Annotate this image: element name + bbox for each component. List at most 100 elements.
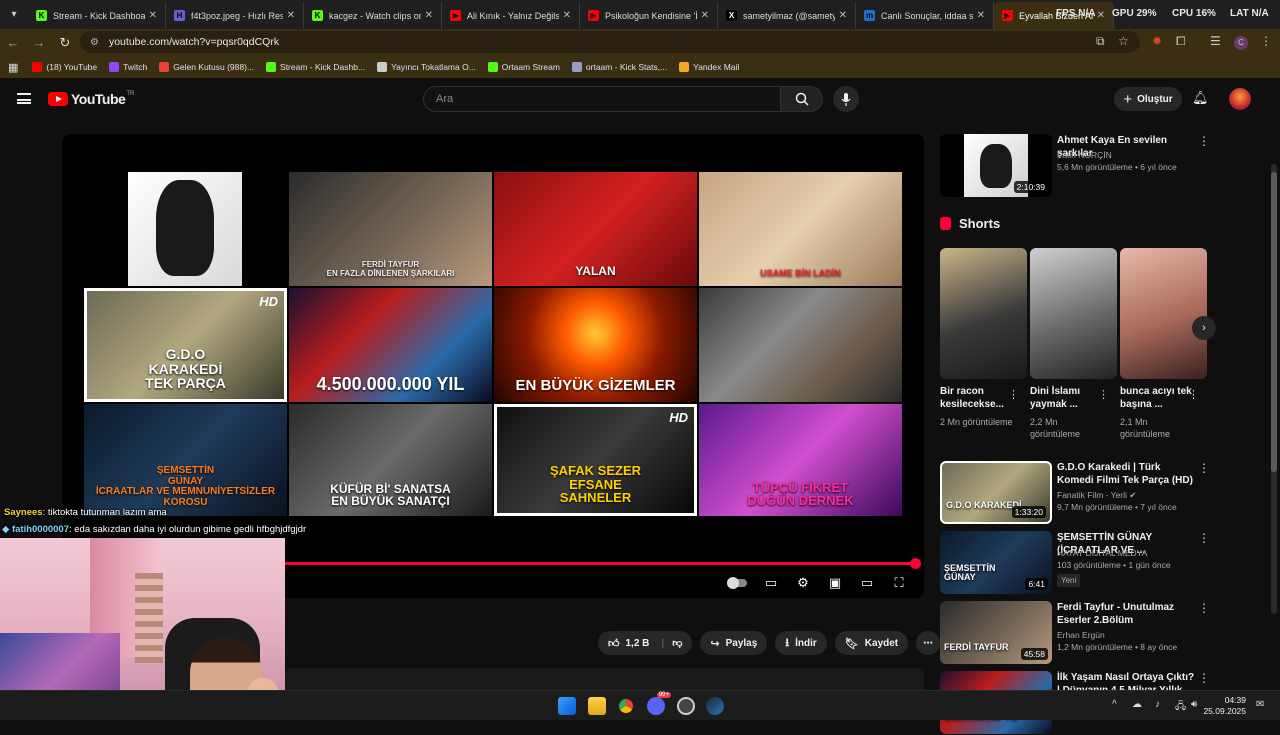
chrome-icon[interactable] bbox=[617, 697, 635, 715]
install-app-icon[interactable]: ⧉ bbox=[1096, 34, 1105, 49]
endscreen-video-thumbnail[interactable]: TÜPÇÜ FİKRET DÜĞÜN DERNEK bbox=[699, 404, 902, 516]
browser-tab[interactable]: ▶Eyvallah Bizden Ama (Gi✕ bbox=[994, 2, 1114, 29]
video-thumbnail[interactable]: ŞEMSETTİN GÜNAY 6:41 bbox=[940, 531, 1052, 594]
related-video[interactable]: FERDİ TAYFUR 45:58 Ferdi Tayfur - Unutulma… bbox=[940, 601, 1260, 665]
endscreen-video-thumbnail[interactable] bbox=[128, 172, 242, 286]
site-info-icon[interactable]: ⚙ bbox=[90, 37, 99, 48]
browser-menu-icon[interactable]: ⋮ bbox=[1260, 34, 1272, 48]
page-scrollbar[interactable] bbox=[1271, 164, 1277, 614]
tab-close-icon[interactable]: ✕ bbox=[977, 10, 985, 21]
settings-gear-icon[interactable]: ⚙ bbox=[794, 574, 812, 592]
create-button[interactable]: + Oluştur bbox=[1114, 87, 1182, 111]
steam-icon[interactable] bbox=[706, 697, 724, 715]
bookmark-item[interactable]: Gelen Kutusu (988)... bbox=[159, 62, 254, 72]
progress-bar[interactable] bbox=[284, 558, 921, 569]
profile-avatar[interactable]: C bbox=[1234, 36, 1248, 50]
voice-search-button[interactable] bbox=[833, 86, 859, 112]
bookmark-item[interactable]: Ortaam Stream bbox=[487, 62, 560, 72]
endscreen-video-thumbnail[interactable]: FERDİ TAYFUR EN FAZLA DİNLENEN ŞARKILARI bbox=[289, 172, 492, 286]
network-icon[interactable]: 🖧︎ bbox=[1175, 699, 1186, 716]
shorts-menu-icon[interactable]: ⋮ bbox=[1098, 388, 1109, 401]
share-button[interactable]: ↪ Paylaş bbox=[700, 631, 768, 655]
miniplayer-icon[interactable]: ▣ bbox=[826, 574, 844, 592]
youtube-logo[interactable]: YouTube TR bbox=[48, 91, 134, 107]
video-menu-icon[interactable]: ⋮ bbox=[1198, 134, 1210, 148]
shorts-item[interactable]: bunca acıyı tek başına ... 2,1 Mn görüntü… bbox=[1120, 248, 1207, 440]
endscreen-video-thumbnail[interactable] bbox=[699, 288, 902, 402]
bookmark-item[interactable]: (18) YouTube bbox=[32, 62, 97, 72]
bookmark-item[interactable]: Yayıncı Tokatlama O... bbox=[377, 62, 476, 72]
account-avatar[interactable] bbox=[1229, 88, 1251, 110]
video-menu-icon[interactable]: ⋮ bbox=[1198, 601, 1210, 615]
tray-chevron-icon[interactable]: ^ bbox=[1112, 699, 1117, 710]
scrubber-handle[interactable] bbox=[910, 558, 921, 569]
theater-mode-icon[interactable]: ▭ bbox=[858, 574, 876, 592]
discord-icon[interactable]: 99+ bbox=[647, 692, 671, 715]
tab-close-icon[interactable]: ✕ bbox=[839, 10, 847, 21]
extension-icon[interactable]: ✹ bbox=[1152, 34, 1162, 48]
tab-close-icon[interactable]: ✕ bbox=[563, 10, 571, 21]
shorts-title[interactable]: bunca acıyı tek başına ... bbox=[1120, 385, 1196, 411]
shorts-item[interactable]: Bir racon kesilecekse... 2 Mn görüntüleme… bbox=[940, 248, 1027, 428]
search-button[interactable] bbox=[781, 86, 823, 112]
volume-icon[interactable]: 🔊︎ bbox=[1191, 699, 1197, 710]
reload-icon[interactable]: ↻ bbox=[52, 29, 78, 56]
shorts-title[interactable]: Dini İslamı yaymak ... bbox=[1030, 385, 1106, 411]
shorts-title[interactable]: Bir racon kesilecekse... bbox=[940, 385, 1016, 411]
browser-tab[interactable]: K Stream - Kick Dashboard ✕ bbox=[28, 2, 166, 29]
video-menu-icon[interactable]: ⋮ bbox=[1198, 671, 1210, 685]
tab-search-icon[interactable]: ▾ bbox=[0, 0, 28, 29]
video-title[interactable]: G.D.O Karakedi | Türk Komedi Filmi Tek P… bbox=[1057, 461, 1197, 487]
endscreen-video-thumbnail[interactable]: ŞEMSETTİN GÜNAY İCRAATLAR VE MEMNUNİYETS… bbox=[84, 404, 287, 516]
tab-close-icon[interactable]: ✕ bbox=[149, 10, 157, 21]
related-video[interactable]: ŞEMSETTİN GÜNAY 6:41 ŞEMSETTİN GÜNAY (İCRA… bbox=[940, 531, 1260, 595]
endscreen-video-thumbnail[interactable]: HD G.D.O KARAKEDİ TEK PARÇA bbox=[84, 288, 287, 402]
back-icon[interactable]: ← bbox=[0, 29, 26, 56]
video-menu-icon[interactable]: ⋮ bbox=[1198, 531, 1210, 545]
apps-grid-icon[interactable]: ▦ bbox=[8, 61, 18, 74]
system-clock[interactable]: 04:39 25.09.2025 bbox=[1203, 695, 1246, 717]
bookmark-item[interactable]: Twitch bbox=[109, 62, 147, 72]
obs-icon[interactable] bbox=[677, 697, 695, 715]
browser-tab[interactable]: Kkacgez - Watch clips on K ✕ bbox=[304, 2, 442, 29]
endscreen-video-thumbnail[interactable]: HD ŞAFAK SEZER EFSANE SAHNELER bbox=[494, 404, 697, 516]
endscreen-video-thumbnail[interactable]: USAME BİN LADİN bbox=[699, 172, 902, 286]
shorts-next-chevron-icon[interactable]: › bbox=[1192, 316, 1216, 340]
endscreen-video-thumbnail[interactable]: KÜFÜR Bİ' SANATSA EN BÜYÜK SANATÇI bbox=[289, 404, 492, 516]
video-title[interactable]: Ferdi Tayfur - Unutulmaz Eserler 2.Bölüm bbox=[1057, 601, 1197, 627]
browser-tab[interactable]: Xsametyilmaz (@sametyilm ✕ bbox=[718, 2, 856, 29]
description-box[interactable] bbox=[285, 668, 924, 690]
file-explorer-icon[interactable] bbox=[588, 697, 606, 715]
start-windows-icon[interactable] bbox=[558, 697, 576, 715]
video-menu-icon[interactable]: ⋮ bbox=[1198, 461, 1210, 475]
save-button[interactable]: 🔖︎ Kaydet bbox=[834, 631, 909, 655]
endscreen-video-thumbnail[interactable]: 4.500.000.000 YIL bbox=[289, 288, 492, 402]
video-thumbnail[interactable]: G.D.O KARAKEDİ 1:33:20 bbox=[940, 461, 1052, 524]
tray-mic-icon[interactable]: ♪ bbox=[1155, 699, 1160, 710]
bookmark-star-icon[interactable]: ☆ bbox=[1118, 34, 1129, 48]
extensions-puzzle-icon[interactable]: ⧠ bbox=[1176, 34, 1186, 49]
shorts-thumbnail[interactable] bbox=[1120, 248, 1207, 379]
browser-tab[interactable]: m Canlı Sonuçlar, iddaa son ✕ bbox=[856, 2, 994, 29]
notifications-bell-icon[interactable]: 🔔︎ bbox=[1192, 90, 1209, 106]
browser-tab[interactable]: ▶ Psikoloğun Kendisine 'İnc ✕ bbox=[580, 2, 718, 29]
tab-close-icon[interactable]: ✕ bbox=[1097, 10, 1105, 21]
browser-tab[interactable]: ▶ Ali Kınık - Yalnız Değilsin ✕ bbox=[442, 2, 580, 29]
bookmark-item[interactable]: ortaam - Kick Stats,... bbox=[571, 62, 667, 72]
reading-list-icon[interactable]: ☰ bbox=[1210, 34, 1221, 48]
fullscreen-icon[interactable]: ⛶ bbox=[890, 574, 908, 592]
endscreen-video-thumbnail[interactable]: YALAN bbox=[494, 172, 697, 286]
bookmark-item[interactable]: Yandex Mail bbox=[679, 62, 739, 72]
autoplay-toggle[interactable] bbox=[726, 574, 748, 592]
video-thumbnail[interactable]: FERDİ TAYFUR 45:58 bbox=[940, 601, 1052, 664]
related-video[interactable]: G.D.O KARAKEDİ 1:33:20 G.D.O Karakedi | Tü… bbox=[940, 461, 1260, 525]
tab-close-icon[interactable]: ✕ bbox=[701, 10, 709, 21]
tab-close-icon[interactable]: ✕ bbox=[287, 10, 295, 21]
tray-cloud-icon[interactable]: ☁ bbox=[1132, 699, 1142, 710]
shorts-menu-icon[interactable]: ⋮ bbox=[1008, 388, 1019, 401]
bookmark-item[interactable]: Stream - Kick Dashb... bbox=[266, 62, 365, 72]
notification-center-icon[interactable]: ✉ bbox=[1256, 699, 1264, 710]
subtitles-icon[interactable]: ▭ bbox=[762, 574, 780, 592]
shorts-item[interactable]: Dini İslamı yaymak ... 2,2 Mn görüntüleme… bbox=[1030, 248, 1117, 440]
video-thumbnail[interactable]: 2:10:39 bbox=[940, 134, 1052, 197]
